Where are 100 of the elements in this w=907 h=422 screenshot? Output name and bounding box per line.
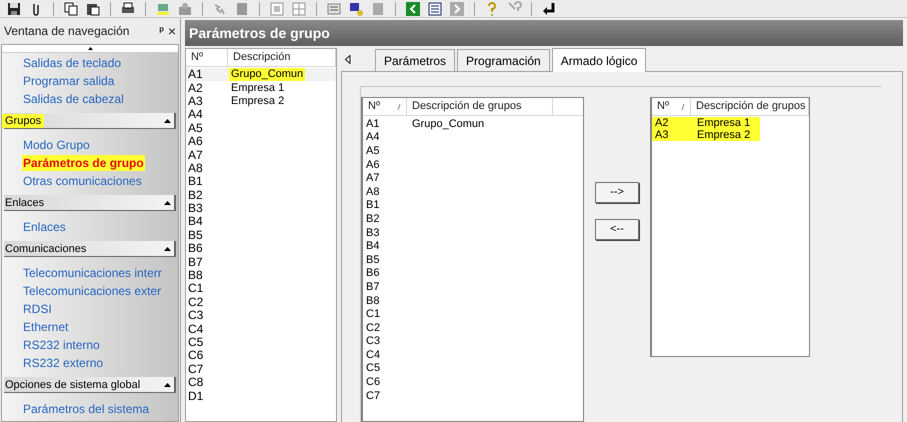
table-cell-text: Empresa 2	[230, 94, 286, 108]
move-button[interactable]: <--	[595, 219, 639, 240]
page-title: Parámetros de grupo	[189, 24, 330, 43]
table-cell-text: Empresa 1	[230, 82, 286, 95]
table-cell-text: C4	[365, 348, 382, 361]
nav-link[interactable]: Parámetros del sistema	[22, 401, 150, 417]
nav-link[interactable]: RDSI	[22, 301, 53, 317]
table-cell-text: B3	[187, 202, 204, 216]
table-cell-text: B5	[187, 228, 204, 242]
table-cell-text: C1	[187, 282, 204, 296]
table-cell-text: C6	[365, 376, 382, 388]
table-cell-text: B4	[365, 240, 380, 252]
sort-indicator-icon	[681, 104, 685, 110]
table-cell-text: B6	[187, 242, 204, 256]
table-cell-text: C7	[365, 390, 382, 402]
table-cell-text: C3	[187, 309, 204, 322]
table-cell: A2	[652, 117, 696, 129]
table-cell-text: A7	[365, 172, 380, 184]
form-icon[interactable]	[326, 0, 342, 16]
collapse-caret-icon[interactable]	[164, 118, 171, 122]
grid-icon[interactable]	[291, 0, 307, 16]
return-arrow-icon[interactable]	[541, 0, 557, 16]
table-cell: Grupo_Comun	[229, 68, 306, 82]
table-cell-text: A1	[187, 68, 204, 82]
table-cell-text: B1	[365, 199, 380, 212]
table-cell-text: C8	[187, 376, 204, 390]
column-header[interactable]: Nº	[652, 98, 691, 115]
table-cell-text: A2	[187, 82, 204, 95]
section-title: Grupos	[2, 114, 44, 128]
tab[interactable]: Parámetros	[375, 49, 456, 71]
table-cell-text: C4	[187, 322, 204, 336]
close-button[interactable]: ×	[168, 24, 176, 38]
sort-indicator-icon	[397, 104, 401, 110]
table-cell-text: C5	[365, 362, 382, 374]
tab-scroll-left-icon[interactable]	[345, 55, 351, 64]
section-header[interactable]: Grupos	[4, 113, 176, 129]
table-cell-text: B7	[187, 256, 204, 269]
tab[interactable]: Programación	[457, 49, 550, 71]
section-title: Opciones de sistema global	[4, 378, 142, 392]
table-cell-text: B2	[365, 212, 380, 225]
table-cell-text: A5	[365, 144, 380, 157]
table-cell-text: A7	[187, 148, 204, 162]
table-cell-text: C5	[187, 336, 204, 349]
table-cell: A3	[652, 129, 696, 141]
table-cell-text: C2	[365, 322, 382, 334]
pin-button[interactable]: ᵖ	[160, 22, 164, 40]
nav-link[interactable]: Programar salida	[22, 73, 116, 89]
nav-link[interactable]: Parámetros de grupo	[22, 155, 145, 171]
collapse-caret-icon[interactable]	[164, 246, 171, 250]
column-header[interactable]: Nº	[363, 98, 407, 115]
section-title: Comunicaciones	[4, 242, 88, 256]
table-cell-text: B6	[365, 267, 380, 280]
table-cell-text: A4	[187, 108, 204, 122]
nav-link[interactable]: Modo Grupo	[22, 137, 91, 153]
nav-link[interactable]: Enlaces	[22, 219, 67, 235]
table-cell-text: D1	[187, 390, 204, 403]
nav-link[interactable]: RS232 interno	[22, 337, 101, 353]
column-header[interactable]: Descripción	[228, 49, 336, 66]
nav-link[interactable]: Salidas de teclado	[22, 55, 122, 71]
collapse-caret-icon[interactable]	[164, 382, 171, 386]
collapse-caret-icon[interactable]	[164, 200, 171, 204]
table-cell-text: A5	[187, 122, 204, 135]
table-cell-text: A6	[187, 135, 204, 148]
nav-link[interactable]: RS232 externo	[22, 355, 104, 371]
table-cell-text: A1	[365, 118, 380, 130]
column-header[interactable]: Descripción de grupos	[407, 98, 553, 115]
table-cell: Empresa 2	[696, 129, 760, 141]
section-header[interactable]: Comunicaciones	[4, 241, 176, 257]
nav-link[interactable]: Telecomunicaciones exter	[22, 283, 162, 299]
nav-link[interactable]: Telecomunicaciones interr	[22, 265, 163, 281]
tab[interactable]: Armado lógico	[552, 48, 646, 72]
copy-icon[interactable]	[63, 0, 79, 16]
table-cell-text: B3	[365, 226, 380, 239]
table-cell: Grupo_Comun	[411, 118, 484, 130]
table-cell-text: B8	[365, 294, 380, 307]
move-button[interactable]: -->	[595, 182, 639, 203]
section-header[interactable]: Opciones de sistema global	[4, 377, 176, 393]
list-icon[interactable]	[427, 0, 443, 16]
table-cell-text: B8	[187, 269, 204, 282]
nav-link[interactable]: Otras comunicaciones	[22, 173, 143, 189]
section-title: Enlaces	[4, 196, 46, 210]
table-cell-text: A6	[365, 158, 380, 171]
panel-title: Ventana de navegación	[4, 23, 130, 40]
table-cell-text: C6	[187, 349, 204, 362]
column-header[interactable]: Nº	[186, 49, 228, 66]
column-header[interactable]: Descripción de grupos	[691, 98, 809, 115]
table-cell-text: C1	[365, 308, 382, 320]
section-header[interactable]: Enlaces	[4, 195, 176, 211]
scroll-up-icon	[88, 47, 92, 50]
table-cell-text: B4	[187, 215, 204, 228]
table-cell-text: A8	[365, 186, 380, 198]
nav-link[interactable]: Salidas de cabezal	[22, 91, 125, 107]
table-cell-text: C3	[365, 335, 382, 348]
table-cell-text: A4	[365, 131, 380, 144]
table-cell-text: B1	[187, 175, 204, 188]
table-cell: Empresa 1	[696, 117, 760, 129]
table-cell-text: B5	[365, 254, 380, 266]
table-cell-text: A8	[187, 162, 204, 175]
table-cell-text: B7	[365, 280, 380, 293]
nav-link[interactable]: Ethernet	[22, 319, 70, 335]
